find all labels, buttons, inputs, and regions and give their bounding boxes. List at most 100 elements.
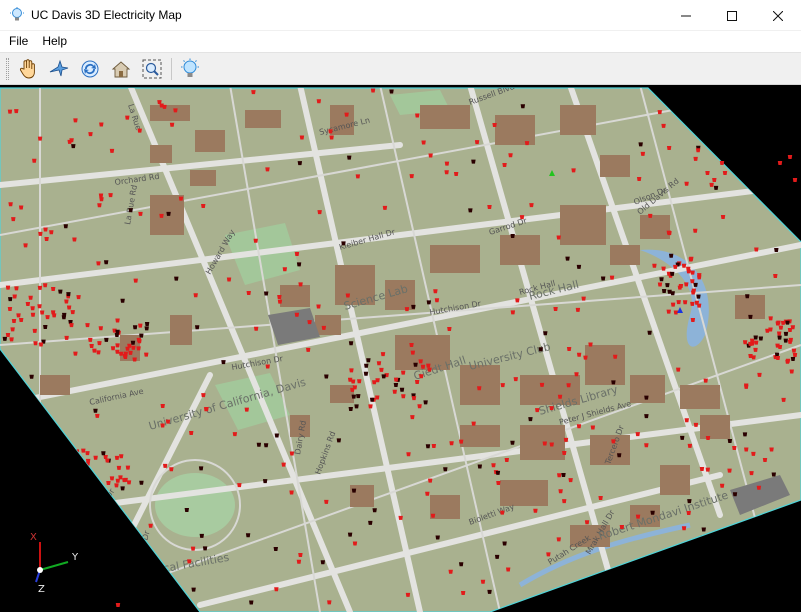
meter-marker[interactable] (381, 374, 386, 379)
meter-marker[interactable] (281, 462, 286, 467)
meter-marker[interactable] (294, 312, 300, 317)
meter-marker[interactable] (421, 140, 426, 145)
meter-marker[interactable] (693, 422, 699, 427)
meter-marker[interactable] (198, 466, 204, 471)
meter-marker[interactable] (598, 496, 603, 501)
meter-marker[interactable] (131, 345, 136, 350)
meter-marker[interactable] (39, 310, 45, 315)
meter-marker[interactable] (349, 368, 354, 373)
meter-marker[interactable] (351, 394, 356, 399)
meter-marker[interactable] (115, 349, 120, 354)
meter-marker[interactable] (651, 586, 656, 591)
meter-marker[interactable] (585, 584, 591, 589)
meter-marker[interactable] (324, 499, 329, 504)
meter-marker[interactable] (690, 279, 695, 284)
meter-marker[interactable] (777, 161, 783, 165)
meter-marker[interactable] (296, 262, 302, 267)
meter-marker[interactable] (193, 293, 198, 298)
meter-marker[interactable] (669, 271, 675, 276)
meter-marker[interactable] (563, 437, 569, 442)
meter-marker[interactable] (694, 300, 700, 305)
meter-marker[interactable] (673, 107, 678, 112)
meter-marker[interactable] (713, 185, 719, 190)
meter-marker[interactable] (347, 377, 353, 382)
meter-marker[interactable] (754, 108, 759, 113)
meter-marker[interactable] (329, 135, 334, 140)
meter-marker[interactable] (289, 490, 294, 495)
meter-marker[interactable] (307, 320, 312, 325)
meter-marker[interactable] (661, 123, 666, 128)
meter-marker[interactable] (777, 335, 782, 340)
meter-marker[interactable] (109, 476, 115, 481)
meter-marker[interactable] (66, 292, 71, 297)
meter-marker[interactable] (528, 417, 533, 422)
meter-marker[interactable] (558, 489, 563, 494)
meter-marker[interactable] (684, 418, 689, 423)
meter-marker[interactable] (348, 341, 354, 346)
meter-marker[interactable] (368, 520, 373, 525)
meter-marker[interactable] (174, 276, 179, 281)
meter-marker[interactable] (73, 118, 78, 123)
meter-marker[interactable] (748, 314, 753, 319)
meter-marker[interactable] (123, 354, 128, 359)
meter-marker[interactable] (419, 374, 424, 379)
meter-marker[interactable] (160, 423, 165, 428)
meter-marker[interactable] (33, 599, 38, 604)
meter-marker[interactable] (166, 211, 171, 216)
meter-marker[interactable] (556, 537, 561, 542)
meter-marker[interactable] (44, 488, 49, 493)
meter-marker[interactable] (487, 589, 492, 594)
meter-marker[interactable] (2, 566, 8, 571)
meter-marker[interactable] (701, 551, 707, 556)
meter-marker[interactable] (119, 454, 124, 459)
meter-marker[interactable] (32, 158, 37, 163)
meter-marker[interactable] (125, 465, 131, 470)
meter-marker[interactable] (447, 327, 452, 332)
meter-marker[interactable] (659, 277, 664, 282)
meter-marker[interactable] (415, 113, 420, 118)
meter-marker[interactable] (720, 215, 726, 220)
meter-marker[interactable] (380, 352, 386, 357)
meter-marker[interactable] (576, 352, 582, 357)
meter-marker[interactable] (434, 298, 440, 303)
meter-marker[interactable] (347, 532, 353, 537)
meter-marker[interactable] (178, 196, 184, 201)
meter-marker[interactable] (89, 565, 95, 570)
menu-file[interactable]: File (2, 31, 35, 52)
meter-marker[interactable] (583, 355, 588, 360)
meter-marker[interactable] (581, 296, 586, 301)
meter-marker[interactable] (720, 116, 726, 121)
meter-marker[interactable] (401, 394, 406, 399)
toolbar-grip[interactable] (6, 57, 9, 80)
meter-marker[interactable] (393, 377, 399, 382)
meter-marker[interactable] (722, 171, 728, 175)
meter-marker[interactable] (458, 562, 464, 567)
meter-marker[interactable] (696, 275, 702, 280)
meter-marker[interactable] (19, 562, 24, 567)
meter-marker[interactable] (553, 306, 558, 311)
meter-marker[interactable] (99, 122, 104, 127)
meter-marker[interactable] (616, 453, 622, 458)
meter-marker[interactable] (144, 352, 149, 357)
meter-marker[interactable] (712, 177, 717, 182)
meter-marker[interactable] (418, 359, 423, 364)
meter-marker[interactable] (246, 290, 251, 295)
meter-marker[interactable] (160, 403, 165, 408)
meter-marker[interactable] (762, 457, 768, 462)
meter-marker[interactable] (37, 136, 43, 141)
meter-marker[interactable] (574, 372, 579, 377)
meter-marker[interactable] (372, 508, 377, 513)
meter-marker[interactable] (668, 253, 674, 258)
meter-marker[interactable] (752, 584, 757, 589)
meter-marker[interactable] (144, 322, 150, 327)
meter-marker[interactable] (221, 360, 226, 365)
meter-marker[interactable] (38, 231, 43, 236)
meter-marker[interactable] (774, 248, 779, 253)
meter-marker[interactable] (189, 430, 194, 435)
meter-marker[interactable] (399, 387, 405, 392)
meter-marker[interactable] (788, 107, 794, 112)
campus-map-scene[interactable]: La Rue La Rue Rd Orchard Rd Russell Blvd… (0, 85, 801, 612)
meter-marker[interactable] (502, 541, 507, 546)
meter-marker[interactable] (742, 432, 748, 437)
meter-marker[interactable] (689, 256, 694, 261)
